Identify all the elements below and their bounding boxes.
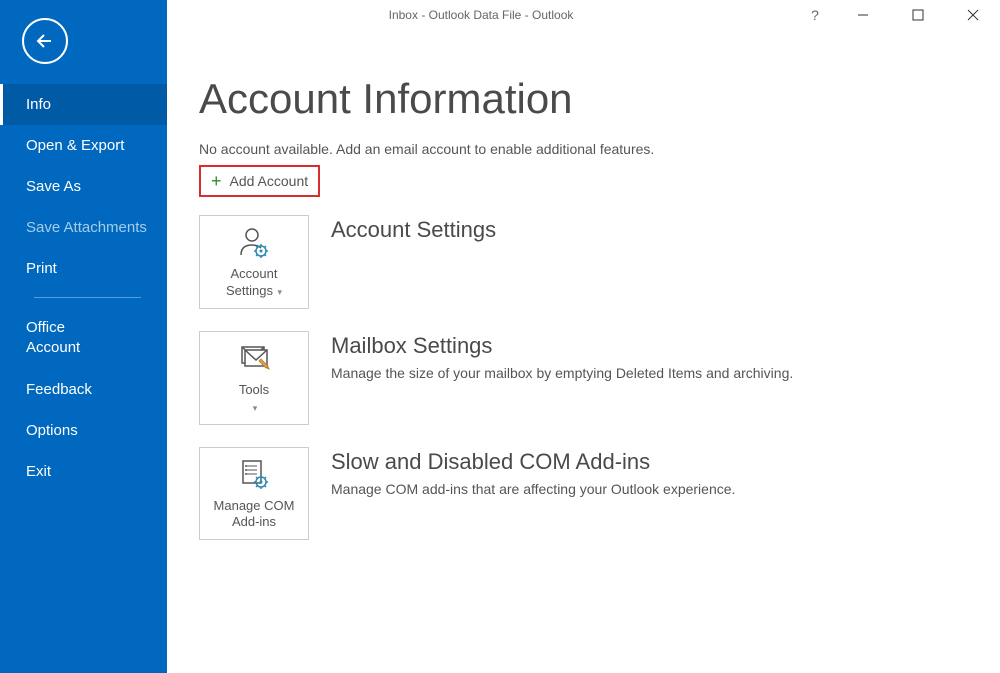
tile-manage-com-addins[interactable]: Manage COM Add-ins [199,447,309,541]
com-addins-icon [237,458,271,490]
help-button[interactable]: ? [795,0,835,30]
sidebar-item-print[interactable]: Print [0,248,167,289]
sidebar-item-label: Feedback [26,381,92,398]
sidebar-item-feedback[interactable]: Feedback [0,369,167,410]
sidebar-item-save-attachments: Save Attachments [0,207,167,248]
section-account-settings: Account Settings ▾ Account Settings [199,215,1000,309]
chevron-down-icon: ▾ [253,403,258,413]
section-title: Slow and Disabled COM Add-ins [331,449,735,475]
sidebar-item-label: Save Attachments [26,219,147,236]
sidebar-item-exit[interactable]: Exit [0,451,167,492]
section-desc: Manage COM add-ins that are affecting yo… [331,481,735,497]
minimize-button[interactable] [835,0,890,30]
close-button[interactable] [945,0,1000,30]
sidebar-item-info[interactable]: Info [0,84,167,125]
add-account-label: Add Account [230,173,309,189]
chevron-down-icon: ▾ [275,287,282,297]
sidebar-item-options[interactable]: Options [0,410,167,451]
sidebar-divider [34,297,141,298]
tile-account-settings[interactable]: Account Settings ▾ [199,215,309,309]
plus-icon: + [211,172,222,190]
section-com-addins: Manage COM Add-ins Slow and Disabled COM… [199,447,1000,541]
add-account-button[interactable]: + Add Account [199,165,320,197]
back-arrow-icon [34,30,56,52]
sidebar-item-label: Print [26,260,57,277]
section-desc: Manage the size of your mailbox by empty… [331,365,793,381]
sidebar-item-save-as[interactable]: Save As [0,166,167,207]
tile-label: Account Settings ▾ [206,266,302,300]
sidebar-item-open-export[interactable]: Open & Export [0,125,167,166]
close-icon [967,9,979,21]
sidebar-item-label: Exit [26,463,51,480]
page-title: Account Information [199,75,1000,123]
sidebar-item-label: Info [26,96,51,113]
section-title: Mailbox Settings [331,333,793,359]
maximize-icon [912,9,924,21]
tile-label: Tools▾ [239,382,269,416]
window-title: Inbox - Outlook Data File - Outlook [167,8,795,22]
sidebar-item-office-account[interactable]: OfficeAccount [0,306,167,369]
no-account-message: No account available. Add an email accou… [199,141,1000,157]
maximize-button[interactable] [890,0,945,30]
tools-icon [237,342,271,374]
sidebar-item-label: OfficeAccount [26,319,80,356]
backstage-sidebar: Info Open & Export Save As Save Attachme… [0,0,167,673]
sidebar-item-label: Save As [26,178,81,195]
titlebar: Inbox - Outlook Data File - Outlook ? [167,0,1000,30]
sidebar-item-label: Open & Export [26,137,124,154]
minimize-icon [857,9,869,21]
account-settings-icon [237,226,271,258]
back-button[interactable] [22,18,68,64]
sidebar-item-label: Options [26,422,78,439]
main-content: Account Information No account available… [167,0,1000,673]
tile-label: Manage COM Add-ins [206,498,302,532]
section-mailbox-settings: Tools▾ Mailbox Settings Manage the size … [199,331,1000,425]
section-title: Account Settings [331,217,496,243]
tile-tools[interactable]: Tools▾ [199,331,309,425]
